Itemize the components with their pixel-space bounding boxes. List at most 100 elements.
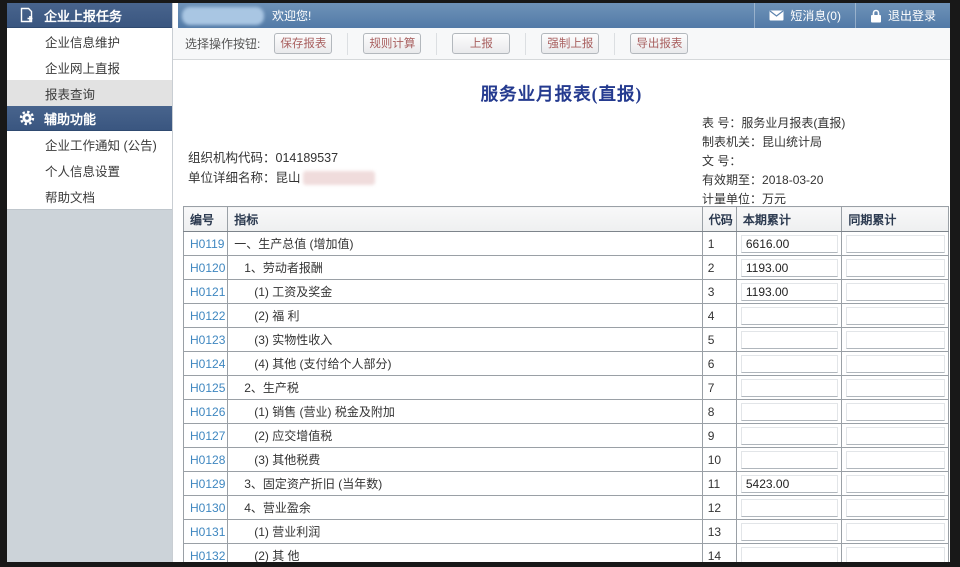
row-indicator: 3、固定资产折旧 (当年数) bbox=[228, 472, 702, 496]
row-indicator: (1) 销售 (营业) 税金及附加 bbox=[228, 400, 702, 424]
current-period-input[interactable] bbox=[741, 451, 839, 469]
row-code-link[interactable]: H0125 bbox=[184, 381, 225, 395]
row-line-number: 8 bbox=[702, 400, 736, 424]
save-report-button[interactable]: 保存报表 bbox=[274, 33, 332, 54]
row-code-link[interactable]: H0128 bbox=[184, 453, 225, 467]
same-period-input[interactable] bbox=[846, 331, 945, 349]
sidebar-item-work-notice[interactable]: 企业工作通知 (公告) bbox=[7, 131, 172, 157]
row-code-link[interactable]: H0124 bbox=[184, 357, 225, 371]
export-report-button[interactable]: 导出报表 bbox=[630, 33, 688, 54]
row-code-link[interactable]: H0132 bbox=[184, 549, 225, 563]
toolbar-separator bbox=[347, 33, 348, 55]
sidebar-item-report-query[interactable]: 报表查询 bbox=[7, 80, 172, 106]
row-code-link[interactable]: H0129 bbox=[184, 477, 225, 491]
current-period-input[interactable] bbox=[741, 283, 839, 301]
current-period-input[interactable] bbox=[741, 259, 839, 277]
app-window: 企业上报任务 企业信息维护 企业网上直报 报表查询 辅助功能 企业工作通知 (公… bbox=[7, 3, 950, 562]
row-indicator: (1) 工资及奖金 bbox=[228, 280, 702, 304]
force-submit-button[interactable]: 强制上报 bbox=[541, 33, 599, 54]
sidebar-item-enterprise-info[interactable]: 企业信息维护 bbox=[7, 28, 172, 54]
row-indicator: (1) 营业利润 bbox=[228, 520, 702, 544]
same-period-input[interactable] bbox=[846, 547, 945, 562]
table-row: H0119 一、生产总值 (增加值) 1 bbox=[184, 232, 949, 256]
same-period-input[interactable] bbox=[846, 355, 945, 373]
row-code-cell: H0124 bbox=[184, 352, 228, 376]
row-line-number: 5 bbox=[702, 328, 736, 352]
logout-button[interactable]: 退出登录 bbox=[855, 3, 950, 28]
row-current-cell bbox=[736, 496, 842, 520]
row-code-link[interactable]: H0130 bbox=[184, 501, 225, 515]
report-table-body: H0119 一、生产总值 (增加值) 1 H0120 1、劳动者报酬 2 H01… bbox=[184, 232, 949, 563]
row-current-cell bbox=[736, 472, 842, 496]
row-code-link[interactable]: H0123 bbox=[184, 333, 225, 347]
row-indicator: (3) 其他税费 bbox=[228, 448, 702, 472]
page: { "topbar": { "welcome": "欢迎您!", "messag… bbox=[0, 0, 960, 567]
row-same-cell bbox=[842, 448, 949, 472]
col-header-indicator: 指标 bbox=[228, 207, 702, 232]
same-period-input[interactable] bbox=[846, 499, 945, 517]
row-same-cell bbox=[842, 424, 949, 448]
row-code-cell: H0125 bbox=[184, 376, 228, 400]
current-period-input[interactable] bbox=[741, 307, 839, 325]
current-period-input[interactable] bbox=[741, 475, 839, 493]
current-period-input[interactable] bbox=[741, 331, 839, 349]
row-current-cell bbox=[736, 256, 842, 280]
sidebar-item-personal-settings[interactable]: 个人信息设置 bbox=[7, 157, 172, 183]
table-row: H0127 (2) 应交增值税 9 bbox=[184, 424, 949, 448]
same-period-input[interactable] bbox=[846, 403, 945, 421]
row-current-cell bbox=[736, 376, 842, 400]
envelope-icon bbox=[769, 10, 784, 21]
same-period-input[interactable] bbox=[846, 307, 945, 325]
row-indicator: 2、生产税 bbox=[228, 376, 702, 400]
org-code-label: 组织机构代码： bbox=[188, 148, 276, 168]
row-code-link[interactable]: H0121 bbox=[184, 285, 225, 299]
toolbar: 选择操作按钮: 保存报表 规则计算 上报 强制上报 导出报表 bbox=[173, 28, 950, 60]
row-same-cell bbox=[842, 280, 949, 304]
current-period-input[interactable] bbox=[741, 427, 839, 445]
lock-icon bbox=[870, 9, 882, 23]
row-code-link[interactable]: H0127 bbox=[184, 429, 225, 443]
row-current-cell bbox=[736, 232, 842, 256]
sidebar-item-help-docs[interactable]: 帮助文档 bbox=[7, 183, 172, 209]
col-header-line: 代码 bbox=[702, 207, 736, 232]
row-indicator: (2) 福 利 bbox=[228, 304, 702, 328]
current-period-input[interactable] bbox=[741, 547, 839, 562]
current-period-input[interactable] bbox=[741, 403, 839, 421]
table-row: H0125 2、生产税 7 bbox=[184, 376, 949, 400]
org-code-value: 014189537 bbox=[276, 148, 339, 168]
row-code-cell: H0130 bbox=[184, 496, 228, 520]
same-period-input[interactable] bbox=[846, 235, 945, 253]
row-current-cell bbox=[736, 352, 842, 376]
same-period-input[interactable] bbox=[846, 475, 945, 493]
sidebar-section-reporting-tasks: 企业上报任务 bbox=[7, 3, 172, 28]
same-period-input[interactable] bbox=[846, 427, 945, 445]
row-indicator: (4) 其他 (支付给个人部分) bbox=[228, 352, 702, 376]
same-period-input[interactable] bbox=[846, 523, 945, 541]
org-info-block: 组织机构代码： 014189537 单位详细名称： 昆山 bbox=[188, 148, 375, 188]
current-period-input[interactable] bbox=[741, 355, 839, 373]
row-code-link[interactable]: H0131 bbox=[184, 525, 225, 539]
row-current-cell bbox=[736, 328, 842, 352]
rule-calc-button[interactable]: 规则计算 bbox=[363, 33, 421, 54]
toolbar-label: 选择操作按钮: bbox=[185, 35, 260, 52]
table-row: H0126 (1) 销售 (营业) 税金及附加 8 bbox=[184, 400, 949, 424]
same-period-input[interactable] bbox=[846, 283, 945, 301]
row-code-link[interactable]: H0119 bbox=[184, 237, 224, 251]
row-code-link[interactable]: H0126 bbox=[184, 405, 225, 419]
current-period-input[interactable] bbox=[741, 499, 839, 517]
row-code-cell: H0129 bbox=[184, 472, 228, 496]
current-period-input[interactable] bbox=[741, 379, 839, 397]
submit-button[interactable]: 上报 bbox=[452, 33, 510, 54]
current-period-input[interactable] bbox=[741, 523, 839, 541]
same-period-input[interactable] bbox=[846, 259, 945, 277]
row-code-link[interactable]: H0120 bbox=[184, 261, 225, 275]
messages-button[interactable]: 短消息(0) bbox=[754, 3, 855, 28]
table-row: H0124 (4) 其他 (支付给个人部分) 6 bbox=[184, 352, 949, 376]
same-period-input[interactable] bbox=[846, 451, 945, 469]
same-period-input[interactable] bbox=[846, 379, 945, 397]
current-period-input[interactable] bbox=[741, 235, 839, 253]
row-current-cell bbox=[736, 448, 842, 472]
sidebar-item-online-report[interactable]: 企业网上直报 bbox=[7, 54, 172, 80]
row-code-cell: H0122 bbox=[184, 304, 228, 328]
row-code-link[interactable]: H0122 bbox=[184, 309, 225, 323]
